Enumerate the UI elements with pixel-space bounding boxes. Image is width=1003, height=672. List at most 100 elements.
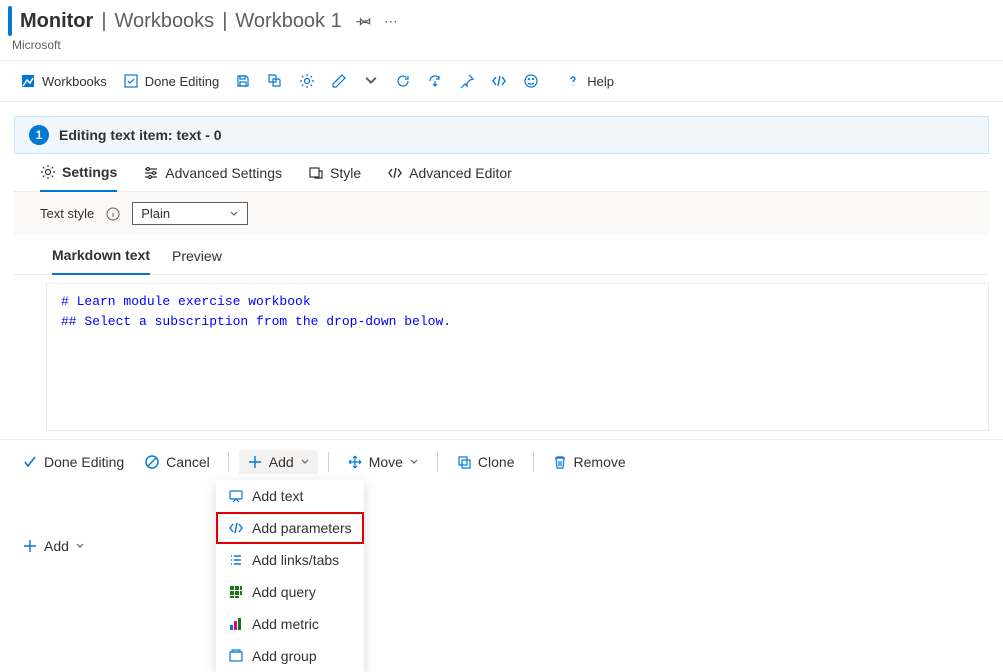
add-parameters-item[interactable]: Add parameters bbox=[216, 512, 364, 544]
add-dropdown: Add text Add parameters Add links/tabs A… bbox=[216, 480, 364, 672]
tab-style[interactable]: Style bbox=[308, 165, 361, 191]
plus-icon bbox=[247, 454, 263, 470]
add-links-item[interactable]: Add links/tabs bbox=[216, 544, 364, 576]
add-text-label: Add text bbox=[252, 488, 303, 504]
pin-icon bbox=[459, 73, 475, 89]
tab-adv-settings-label: Advanced Settings bbox=[165, 165, 282, 181]
add-button[interactable]: Add bbox=[239, 450, 318, 474]
clone-label: Clone bbox=[478, 454, 515, 470]
share-icon bbox=[427, 73, 443, 89]
clone-button[interactable]: Clone bbox=[448, 450, 523, 474]
tab-markdown[interactable]: Markdown text bbox=[52, 247, 150, 275]
chevron-down-icon bbox=[75, 541, 85, 551]
breadcrumb-workbooks[interactable]: Workbooks bbox=[115, 10, 215, 33]
help-label: Help bbox=[587, 74, 614, 89]
more-icon[interactable]: ⋯ bbox=[384, 13, 399, 30]
save-icon bbox=[235, 73, 251, 89]
divider bbox=[328, 452, 329, 472]
workbooks-button[interactable]: Workbooks bbox=[14, 69, 113, 93]
cancel-label: Cancel bbox=[166, 454, 210, 470]
text-style-label: Text style bbox=[40, 206, 94, 221]
tab-settings[interactable]: Settings bbox=[40, 164, 117, 192]
edit-button[interactable] bbox=[325, 69, 353, 93]
page-header: Monitor | Workbooks | Workbook 1 ⋯ Micro… bbox=[0, 0, 1003, 61]
breadcrumb-separator: | bbox=[101, 10, 106, 33]
editor-tabs: Settings Advanced Settings Style Advance… bbox=[14, 154, 989, 192]
text-style-value: Plain bbox=[141, 206, 170, 221]
cancel-button[interactable]: Cancel bbox=[136, 450, 218, 474]
clone-icon bbox=[456, 454, 472, 470]
page-title: Monitor bbox=[20, 10, 93, 33]
done-editing-label: Done Editing bbox=[145, 74, 219, 89]
edit-dropdown[interactable] bbox=[357, 69, 385, 93]
breadcrumb: Monitor | Workbooks | Workbook 1 ⋯ bbox=[8, 6, 989, 36]
chevron-down-icon bbox=[409, 457, 419, 467]
done-editing-button[interactable]: Done Editing bbox=[14, 450, 132, 474]
tab-adv-editor-label: Advanced Editor bbox=[409, 165, 512, 181]
grid-icon bbox=[228, 584, 244, 600]
share-button[interactable] bbox=[421, 69, 449, 93]
tab-advanced-editor[interactable]: Advanced Editor bbox=[387, 165, 512, 191]
remove-label: Remove bbox=[574, 454, 626, 470]
move-icon bbox=[347, 454, 363, 470]
add-links-label: Add links/tabs bbox=[252, 552, 339, 568]
breadcrumb-current: Workbook 1 bbox=[235, 10, 341, 33]
add-text-item[interactable]: Add text bbox=[216, 480, 364, 512]
style-icon bbox=[308, 165, 324, 181]
trash-icon bbox=[552, 454, 568, 470]
workbooks-label: Workbooks bbox=[42, 74, 107, 89]
remove-button[interactable]: Remove bbox=[544, 450, 634, 474]
content-tabs: Markdown text Preview bbox=[14, 235, 989, 275]
code-icon bbox=[387, 165, 403, 181]
add-metric-label: Add metric bbox=[252, 616, 319, 632]
text-style-select[interactable]: Plain bbox=[132, 202, 248, 225]
help-button[interactable]: Help bbox=[559, 69, 620, 93]
save-button[interactable] bbox=[229, 69, 257, 93]
editing-banner: 1 Editing text item: text - 0 bbox=[14, 116, 989, 154]
command-bar: Workbooks Done Editing Help bbox=[0, 61, 1003, 102]
chevron-down-icon bbox=[363, 73, 379, 89]
breadcrumb-separator: | bbox=[222, 10, 227, 33]
save-as-icon bbox=[267, 73, 283, 89]
banner-text: Editing text item: text - 0 bbox=[59, 127, 222, 143]
code-icon bbox=[228, 520, 244, 536]
pin-icon[interactable] bbox=[356, 13, 372, 29]
move-label: Move bbox=[369, 454, 403, 470]
smiley-icon bbox=[523, 73, 539, 89]
editor-line: ## Select a subscription from the drop-d… bbox=[61, 312, 974, 332]
done-editing-button[interactable]: Done Editing bbox=[117, 69, 225, 93]
sliders-icon bbox=[143, 165, 159, 181]
add-group-label: Add group bbox=[252, 648, 317, 664]
save-as-button[interactable] bbox=[261, 69, 289, 93]
done-editing-label: Done Editing bbox=[44, 454, 124, 470]
add-metric-item[interactable]: Add metric bbox=[216, 608, 364, 640]
settings-button[interactable] bbox=[293, 69, 321, 93]
chart-icon bbox=[228, 616, 244, 632]
done-editing-icon bbox=[123, 73, 139, 89]
feedback-button[interactable] bbox=[517, 69, 545, 93]
gear-icon bbox=[299, 73, 315, 89]
add-label: Add bbox=[269, 454, 294, 470]
help-icon bbox=[565, 73, 581, 89]
footer-add-button[interactable]: Add bbox=[14, 534, 1003, 558]
tab-preview[interactable]: Preview bbox=[172, 248, 222, 274]
pin-button[interactable] bbox=[453, 69, 481, 93]
text-style-row: Text style Plain bbox=[14, 192, 989, 235]
divider bbox=[437, 452, 438, 472]
workbook-icon bbox=[20, 73, 36, 89]
add-query-item[interactable]: Add query bbox=[216, 576, 364, 608]
accent-bar bbox=[8, 6, 12, 36]
check-icon bbox=[22, 454, 38, 470]
code-button[interactable] bbox=[485, 69, 513, 93]
step-badge: 1 bbox=[29, 125, 49, 145]
tab-advanced-settings[interactable]: Advanced Settings bbox=[143, 165, 282, 191]
tab-settings-label: Settings bbox=[62, 164, 117, 180]
refresh-button[interactable] bbox=[389, 69, 417, 93]
info-icon[interactable] bbox=[106, 207, 120, 221]
text-icon bbox=[228, 488, 244, 504]
markdown-editor[interactable]: # Learn module exercise workbook ## Sele… bbox=[46, 283, 989, 431]
move-button[interactable]: Move bbox=[339, 450, 427, 474]
add-group-item[interactable]: Add group bbox=[216, 640, 364, 672]
divider bbox=[533, 452, 534, 472]
chevron-down-icon bbox=[229, 209, 239, 219]
